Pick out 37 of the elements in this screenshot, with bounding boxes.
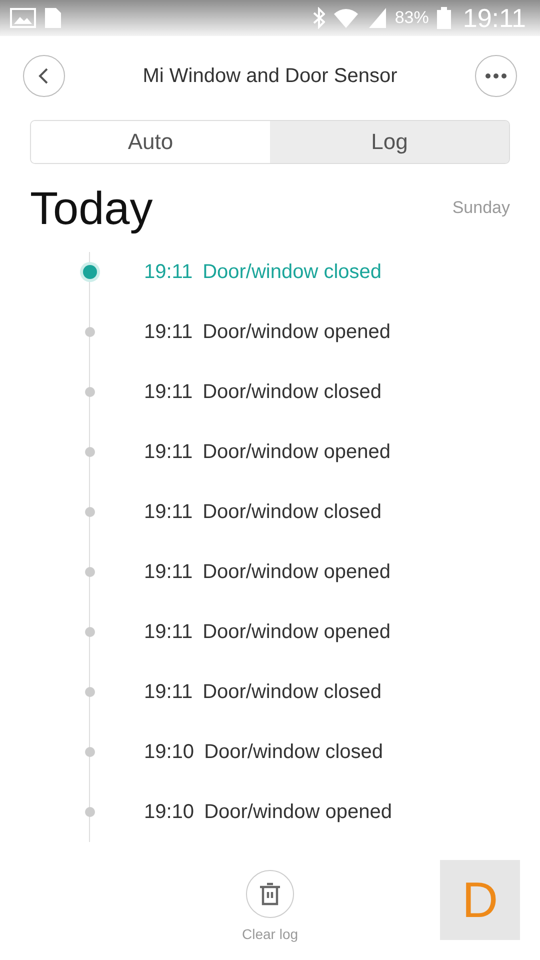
log-event: Door/window closed [202, 500, 382, 524]
wifi-icon [332, 7, 359, 29]
bluetooth-icon [312, 7, 325, 29]
log-time: 19:11 [144, 260, 193, 284]
trash-icon [259, 882, 281, 906]
page-title: Mi Window and Door Sensor [142, 64, 398, 88]
clear-log-label: Clear log [242, 926, 298, 942]
log-time: 19:10 [144, 800, 194, 824]
log-time: 19:11 [144, 680, 193, 704]
clear-log-button[interactable] [246, 870, 294, 918]
battery-icon [436, 7, 451, 29]
log-event: Door/window opened [202, 320, 390, 344]
log-event: Door/window closed [204, 740, 384, 764]
battery-percent: 83% [394, 8, 429, 28]
more-button[interactable] [475, 55, 517, 97]
log-event: Door/window opened [202, 440, 390, 464]
log-time: 19:11 [144, 620, 193, 644]
log-time: 19:11 [144, 320, 193, 344]
log-event: Door/window closed [202, 680, 382, 704]
signal-icon [366, 7, 387, 29]
log-time: 19:10 [144, 740, 194, 764]
log-event: Door/window opened [202, 560, 390, 584]
log-time: 19:11 [144, 560, 193, 584]
log-time: 19:11 [144, 500, 193, 524]
log-event: Door/window closed [202, 380, 382, 404]
image-icon [10, 8, 36, 28]
log-time: 19:11 [144, 380, 193, 404]
log-event: Door/window opened [202, 620, 390, 644]
tab[interactable]: Log [270, 121, 509, 163]
day-heading: Today [30, 181, 153, 235]
weekday-label: Sunday [452, 198, 510, 218]
more-icon [485, 73, 507, 79]
clock: 19:11 [462, 2, 526, 34]
log-time: 19:11 [144, 440, 193, 464]
sim-card-icon [44, 7, 62, 29]
log-event: Door/window opened [204, 800, 392, 824]
log-event: Door/window closed [202, 260, 382, 284]
